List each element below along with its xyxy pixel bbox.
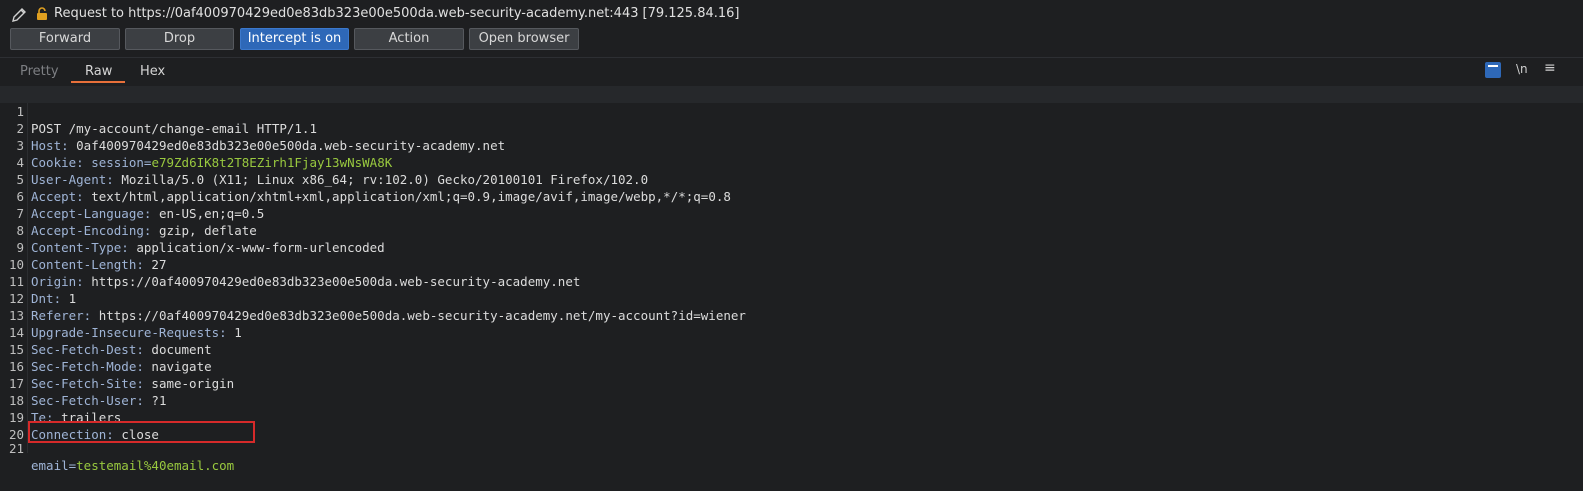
tab-hex[interactable]: Hex (140, 64, 165, 79)
active-tab-indicator (71, 81, 125, 83)
drop-button[interactable]: Drop (125, 28, 234, 50)
editor-line: 14 Sec-Fetch-Dest: document (0, 307, 1583, 357)
editor-line: 8 Content-Type: application/x-www-form-u… (0, 205, 1583, 255)
request-header-bar: Request to https://0af400970429ed0e83db3… (0, 0, 1583, 27)
wrap-lines-icon[interactable] (1485, 62, 1501, 78)
open-browser-button[interactable]: Open browser (469, 28, 579, 50)
request-target-label: Request to https://0af400970429ed0e83db3… (54, 6, 739, 21)
toolbar-divider (0, 57, 1583, 58)
intercept-toggle-button[interactable]: Intercept is on (240, 28, 349, 50)
request-url: Request to https://0af400970429ed0e83db3… (54, 6, 639, 21)
tab-raw[interactable]: Raw (85, 64, 112, 79)
forward-button[interactable]: Forward (10, 28, 120, 50)
raw-request-editor[interactable]: 1 POST /my-account/change-email HTTP/1.1… (0, 86, 1583, 473)
show-newlines-button[interactable]: \n (1516, 62, 1528, 78)
editor-line: 12 Referer: https://0af400970429ed0e83db… (0, 273, 1583, 323)
editor-line: 10 Origin: https://0af400970429ed0e83db3… (0, 239, 1583, 289)
editor-line: 2 Host: 0af400970429ed0e83db323e00e500da… (0, 103, 1583, 153)
request-ip: [79.125.84.16] (642, 6, 740, 21)
highlight-box (28, 421, 255, 443)
tab-pretty[interactable]: Pretty (20, 64, 59, 79)
message-view-tabs: Pretty Raw Hex (0, 60, 1583, 84)
editor-line: 17 Sec-Fetch-User: ?1 (0, 358, 1583, 408)
editor-line: 13 Upgrade-Insecure-Requests: 1 (0, 290, 1583, 340)
editor-line: 15 Sec-Fetch-Mode: navigate (0, 324, 1583, 374)
editor-line: 5 Accept: text/html,application/xhtml+xm… (0, 154, 1583, 204)
action-button[interactable]: Action (354, 28, 464, 50)
body-param-value: testemail%40email.com (76, 458, 235, 473)
editor-line: 16 Sec-Fetch-Site: same-origin (0, 341, 1583, 391)
line-number: 21 (8, 441, 24, 456)
editor-line: 11 Dnt: 1 (0, 256, 1583, 306)
editor-line: 18 Te: trailers (0, 375, 1583, 425)
editor-line: 7 Accept-Encoding: gzip, deflate (0, 188, 1583, 238)
body-param-name: email= (31, 458, 77, 473)
editor-line: 4 User-Agent: Mozilla/5.0 (X11; Linux x8… (0, 137, 1583, 187)
editor-line: 1 POST /my-account/change-email HTTP/1.1 (0, 86, 1583, 136)
editor-line: 19 Connection: close (0, 392, 1583, 442)
editor-menu-icon[interactable]: ≡ (1544, 60, 1556, 76)
pencil-icon[interactable] (10, 6, 28, 24)
editor-line: 6 Accept-Language: en-US,en;q=0.5 (0, 171, 1583, 221)
editor-line: 3 Cookie: session=e79Zd6IK8t2T8EZirh1Fja… (0, 120, 1583, 170)
lock-icon (37, 7, 47, 20)
editor-line: 9 Content-Length: 27 (0, 222, 1583, 272)
